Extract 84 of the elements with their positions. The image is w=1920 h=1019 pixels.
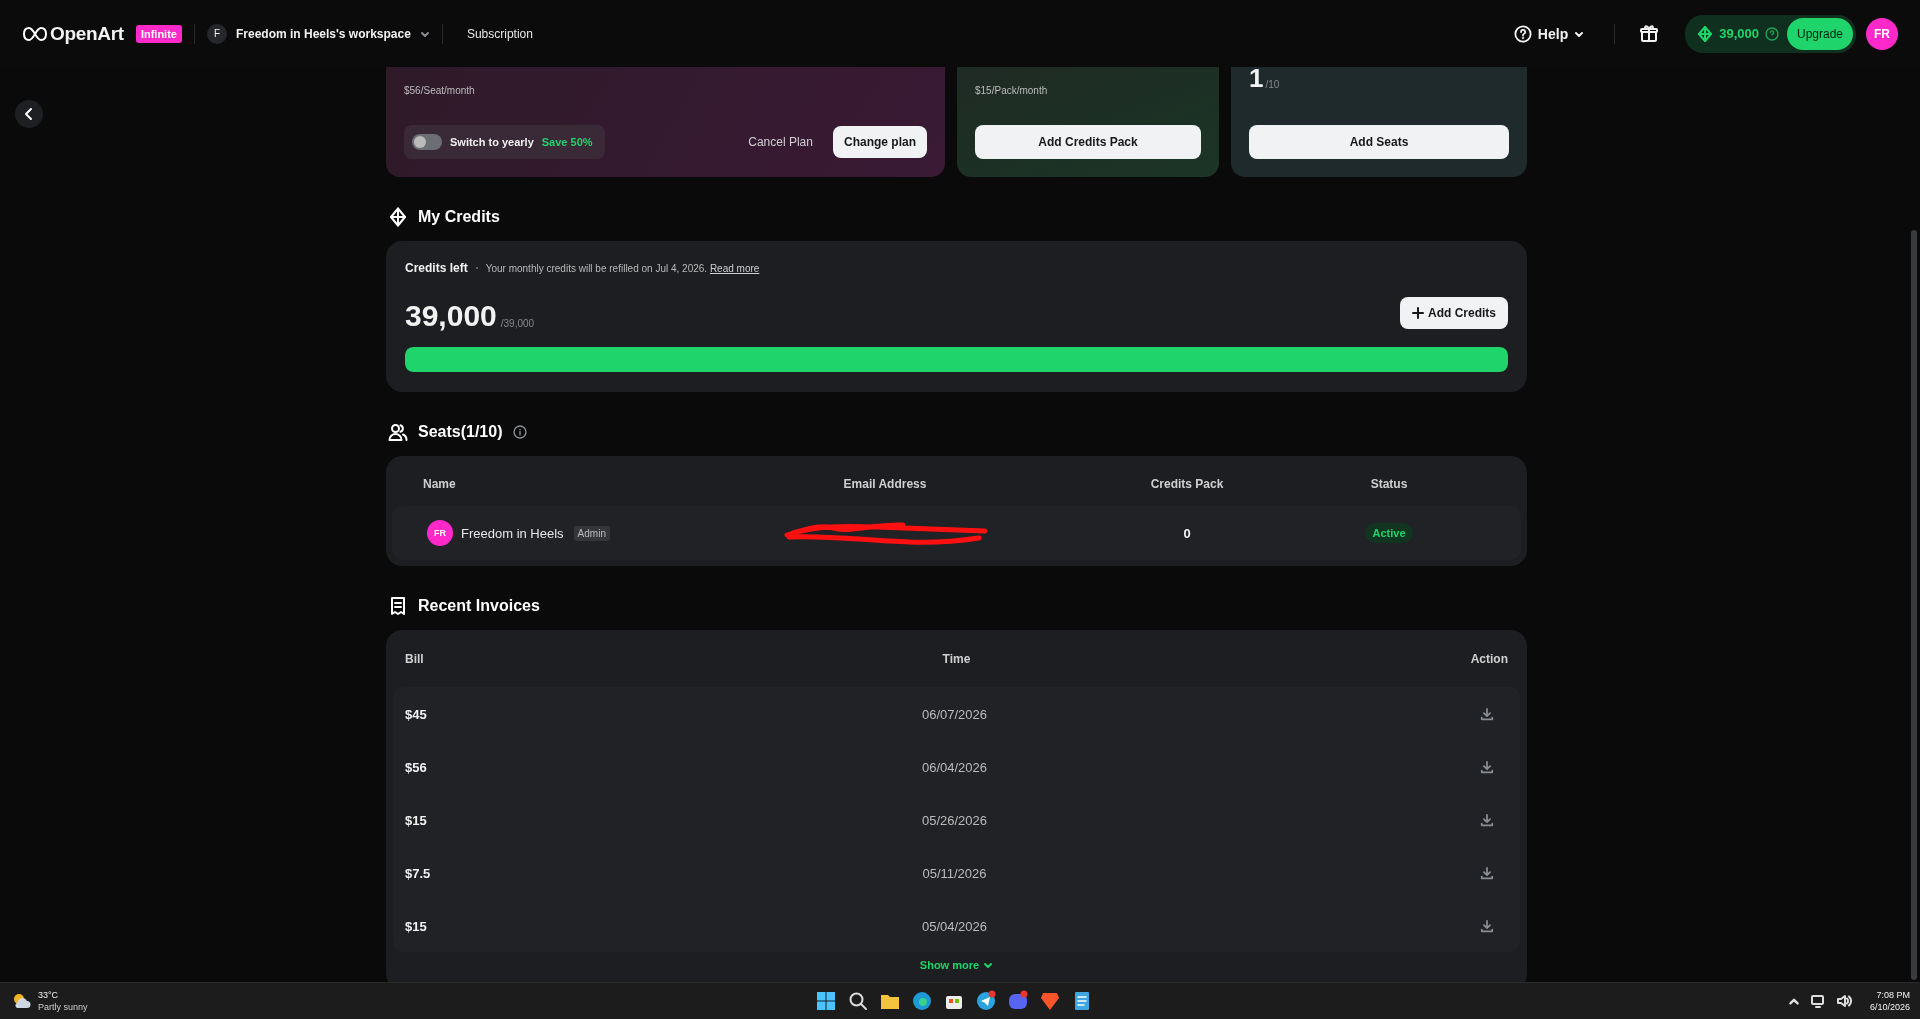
role-badge: Admin <box>573 525 610 541</box>
table-cell: $56 <box>405 759 427 775</box>
info-icon[interactable] <box>512 425 527 439</box>
workspace-name: Freedom in Heels's workspace <box>235 26 411 41</box>
column-header: Credits Pack <box>1149 477 1225 491</box>
logo-icon <box>22 25 48 42</box>
table-cell: 0 <box>1183 525 1191 541</box>
section-heading: Recent Invoices <box>418 597 540 615</box>
clock[interactable]: 7:08 PM 6/10/2026 <box>1869 989 1910 1013</box>
help-icon <box>1513 24 1532 43</box>
weather-condition: Partly sunny <box>38 1001 88 1013</box>
logo-text[interactable]: OpenArt <box>50 22 124 45</box>
chat-app-icon[interactable] <box>1007 990 1029 1012</box>
chevron-down-icon <box>983 960 994 970</box>
credits-balance: 39,000 <box>1719 26 1759 41</box>
plan-badge: Infinite <box>135 24 182 43</box>
table-cell: $7.5 <box>405 865 431 881</box>
back-icon[interactable] <box>14 99 44 129</box>
search-icon[interactable] <box>847 990 869 1012</box>
download-icon[interactable] <box>1480 759 1494 774</box>
column-header: Action <box>1469 651 1508 666</box>
add-credits-pack-button[interactable]: Add Credits Pack <box>975 125 1201 159</box>
table-cell: $45 <box>405 706 427 722</box>
credits-amount: 39,000 <box>405 299 497 333</box>
column-header: Bill <box>405 651 425 666</box>
download-icon[interactable] <box>1480 706 1494 721</box>
pack-price: $15/Pack/month <box>975 85 1049 96</box>
table-cell: 06/04/2026 <box>921 759 988 775</box>
discount-label: Save 50% <box>541 136 593 148</box>
plus-icon <box>1412 307 1424 319</box>
table-cell: 05/04/2026 <box>921 918 988 934</box>
help-label: Help <box>1537 25 1569 42</box>
member-avatar: FR <box>427 520 453 546</box>
refill-note: Your monthly credits will be refilled on Jul 4, 2026. Read more <box>485 262 760 274</box>
diamond-icon <box>388 207 408 227</box>
upgrade-button[interactable]: Upgrade <box>1786 17 1853 50</box>
download-icon[interactable] <box>1480 918 1494 933</box>
plan-price: $56/Seat/month <box>404 85 476 96</box>
add-credits-button[interactable]: Add Credits <box>1400 297 1508 329</box>
status-badge: Active <box>1365 523 1413 543</box>
help-icon <box>1764 26 1779 41</box>
gift-icon[interactable] <box>1639 23 1660 44</box>
time-text: 7:08 PM <box>1876 989 1910 1001</box>
table-cell: 05/11/2026 <box>922 865 987 881</box>
column-header: Email Address <box>842 477 928 491</box>
member-name: Freedom in Heels <box>461 525 564 541</box>
nav-link[interactable]: Subscription <box>466 26 533 41</box>
start-icon[interactable] <box>815 990 837 1012</box>
credits-total: /39,000 <box>500 318 535 331</box>
workspace-selector[interactable]: F Freedom in Heels's workspace <box>206 23 430 44</box>
seat-limit: /10 <box>1265 79 1280 92</box>
column-header: Time <box>941 651 972 666</box>
speaker-icon[interactable] <box>1835 993 1852 1009</box>
change-plan-button[interactable]: Change plan <box>833 126 927 158</box>
add-seats-button[interactable]: Add Seats <box>1249 125 1509 159</box>
diamond-icon <box>1697 25 1714 42</box>
users-icon <box>388 422 408 442</box>
weather-widget[interactable]: 33°C Partly sunny <box>10 989 88 1013</box>
column-header: Status <box>1369 477 1409 491</box>
table-cell: $15 <box>405 918 427 934</box>
show-more-button[interactable]: Show more <box>913 958 1000 972</box>
table-cell: 06/07/2026 <box>921 706 988 722</box>
credits-label: Credits left <box>405 261 468 275</box>
network-icon[interactable] <box>1809 993 1826 1009</box>
date-text: 6/10/2026 <box>1869 1001 1910 1013</box>
browser-icon[interactable] <box>911 990 933 1012</box>
toggle-switch[interactable] <box>412 134 442 150</box>
temperature: 33°C <box>38 989 60 1001</box>
scrollbar-thumb[interactable] <box>1911 230 1917 980</box>
read-more-link[interactable]: Read more <box>709 262 760 274</box>
help-menu[interactable]: Help <box>1513 24 1585 43</box>
table-cell: 05/26/2026 <box>921 812 988 828</box>
download-icon[interactable] <box>1480 812 1494 827</box>
paper-plane-icon[interactable] <box>975 990 997 1012</box>
column-header: Name <box>422 477 457 491</box>
table-cell: $15 <box>405 812 427 828</box>
toggle-label: Switch to yearly <box>450 136 534 148</box>
seat-count: 1 <box>1249 67 1264 94</box>
receipt-icon <box>388 596 408 616</box>
workspace-avatar: F <box>206 23 227 44</box>
cancel-plan-button[interactable]: Cancel Plan <box>742 134 819 150</box>
section-heading: Seats(1/10) <box>418 423 503 441</box>
section-heading: My Credits <box>418 208 500 226</box>
download-icon[interactable] <box>1480 865 1494 880</box>
